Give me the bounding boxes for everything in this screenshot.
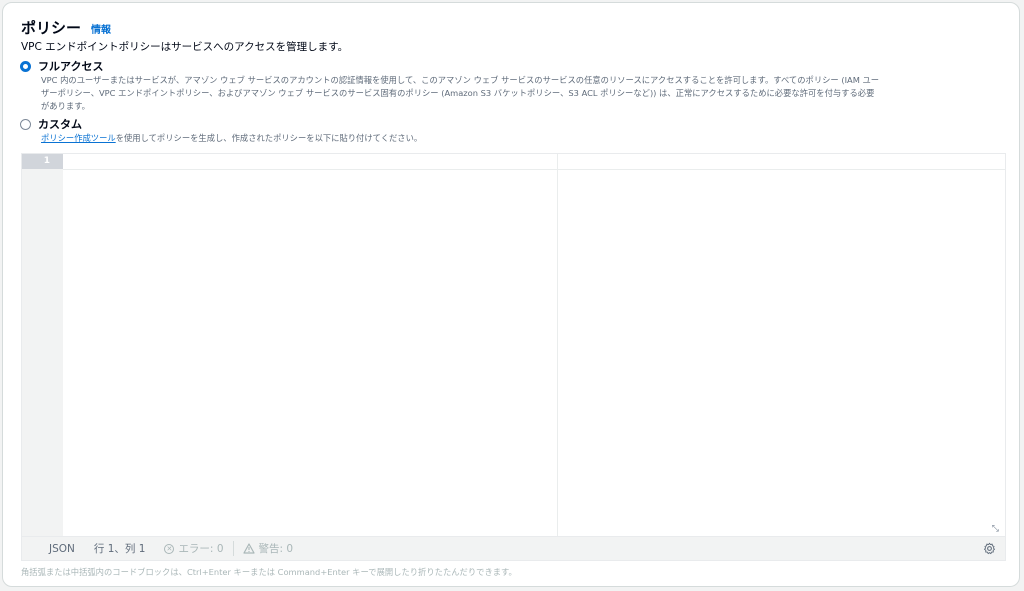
editor-hint: 角括弧または中括弧内のコードブロックは、Ctrl+Enter キーまたは Com… bbox=[21, 567, 517, 577]
radio-full-access-label[interactable]: フルアクセス bbox=[38, 60, 103, 74]
full-access-desc-line-2: ザーポリシー、VPC エンドポイントポリシー、およびアマゾン ウェブ サービスの… bbox=[41, 88, 875, 98]
line-number: 1 bbox=[22, 154, 63, 169]
title-row: ポリシー 情報 bbox=[21, 17, 111, 38]
radio-custom[interactable]: カスタム bbox=[20, 118, 82, 132]
page-title: ポリシー bbox=[21, 19, 82, 37]
custom-desc-text: を使用してポリシーを生成し、作成されたポリシーを以下に貼り付けてください。 bbox=[115, 133, 423, 143]
radio-custom-button[interactable] bbox=[20, 119, 31, 130]
code-input-area[interactable] bbox=[63, 154, 1005, 536]
policy-generator-link[interactable]: ポリシー作成ツール bbox=[41, 133, 116, 143]
circle-x-icon: ✕ bbox=[164, 543, 175, 554]
policy-description: VPC エンドポイントポリシーはサービスへのアクセスを管理します。 bbox=[21, 41, 349, 53]
full-access-desc-line-3: があります。 bbox=[41, 101, 90, 111]
resize-handle-icon[interactable]: ⤡ bbox=[992, 524, 999, 534]
warning-count[interactable]: 警告: 0 bbox=[242, 541, 294, 556]
editor-gutter bbox=[22, 154, 63, 536]
error-count[interactable]: ✕ エラー: 0 bbox=[164, 541, 224, 556]
editor-status-bar: JSON 行 1、列 1 ✕ エラー: 0 警告: 0 bbox=[22, 536, 1005, 560]
radio-full-access-button[interactable] bbox=[20, 61, 31, 72]
radio-full-access[interactable]: フルアクセス bbox=[20, 60, 103, 74]
warning-count-label: 警告: 0 bbox=[258, 543, 294, 555]
radio-custom-description: ポリシー作成ツールを使用してポリシーを生成し、作成されたポリシーを以下に貼り付け… bbox=[41, 132, 1007, 145]
gear-icon[interactable] bbox=[983, 542, 996, 555]
policy-json-editor: 1 ⤡ JSON 行 1、列 1 ✕ エラー: 0 警告: 0 bbox=[21, 153, 1006, 561]
radio-custom-label[interactable]: カスタム bbox=[38, 118, 82, 132]
full-access-desc-line-1: VPC 内のユーザーまたはサービスが、アマゾン ウェブ サービスのアカウントの認… bbox=[41, 75, 880, 85]
status-divider bbox=[232, 541, 234, 556]
policy-panel: ポリシー 情報 VPC エンドポイントポリシーはサービスへのアクセスを管理します… bbox=[2, 2, 1020, 587]
language-indicator: JSON bbox=[49, 542, 75, 555]
info-link[interactable]: 情報 bbox=[91, 21, 111, 36]
warning-triangle-icon bbox=[242, 543, 255, 554]
error-count-label: エラー: 0 bbox=[178, 543, 224, 555]
cursor-position: 行 1、列 1 bbox=[93, 543, 146, 555]
radio-full-access-description: VPC 内のユーザーまたはサービスが、アマゾン ウェブ サービスのアカウントの認… bbox=[41, 74, 1007, 113]
